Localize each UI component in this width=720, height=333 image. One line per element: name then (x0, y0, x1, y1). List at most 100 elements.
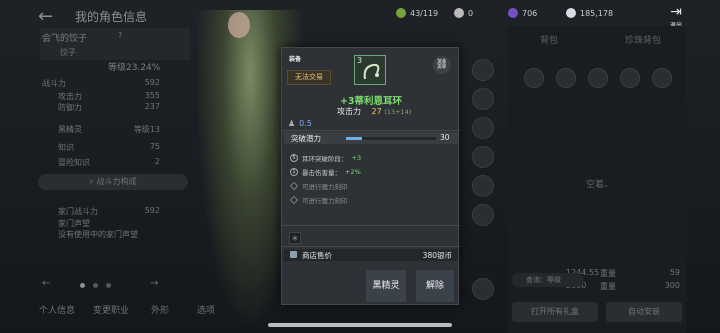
energy-counter: 43/119 (396, 6, 438, 20)
right-arrow-icon[interactable]: → (150, 278, 158, 289)
crystal-slot-icon[interactable]: ✳ (289, 232, 301, 244)
stat-label: 攻击力 (58, 92, 82, 101)
stat-label: 冒险知识 (58, 158, 90, 167)
equip-slot[interactable] (472, 117, 494, 139)
effect-row: 1 暴击伤害量： +2% (290, 167, 361, 177)
item-icon: 3 (354, 55, 386, 85)
slot-max: 300 (664, 281, 680, 290)
stat-value: 355 (144, 91, 160, 100)
help-icon[interactable]: ? (118, 31, 122, 40)
shop-icon (290, 251, 297, 258)
tab-pearl-inventory[interactable]: 珍珠背包 (625, 33, 661, 46)
left-arrow-icon[interactable]: ← (42, 278, 50, 289)
engrave-slot: 可进行魔力刻印 (289, 181, 348, 191)
breach-potential-row: 突破潜力 30 (284, 132, 458, 144)
effect-icon: 5 (290, 154, 298, 162)
stat-value: 75 (149, 142, 160, 151)
sort-label: 查询：等级 (526, 276, 561, 284)
pearl-icon (454, 8, 464, 18)
attack-detail: (13+14) (384, 108, 412, 116)
weight-unit: 重量 (600, 269, 616, 278)
tab-personal-info[interactable]: 个人信息 (32, 302, 82, 320)
stat-label: 知识 (58, 143, 74, 152)
family-stat-label: 家门战斗力 (58, 207, 98, 216)
engrave-slot-text: 可进行魔力刻印 (302, 197, 348, 205)
combat-power-breakdown-button[interactable]: ⌕ 战斗力构成 (38, 174, 188, 190)
back-arrow-icon[interactable]: ← (38, 6, 53, 27)
shadow-counter: 706 (508, 6, 537, 20)
equip-slot[interactable] (472, 278, 494, 300)
pearl-value: 0 (468, 8, 474, 18)
unequip-button[interactable]: 解除 (416, 270, 454, 302)
home-indicator[interactable] (268, 323, 452, 327)
engrave-slot-text: 可进行魔力刻印 (302, 183, 348, 191)
page-dot[interactable] (93, 283, 98, 288)
equip-slot[interactable] (472, 88, 494, 110)
open-all-boxes-button[interactable]: 打开所有礼盒 (512, 302, 598, 322)
swords-icon[interactable] (524, 68, 544, 88)
breach-label: 突破潜力 (291, 134, 321, 143)
stat-value: 2 (154, 157, 160, 166)
equip-slot[interactable] (472, 59, 494, 81)
page-dot[interactable] (106, 283, 111, 288)
search-icon: ⌕ (89, 177, 97, 186)
energy-icon (396, 8, 406, 18)
black-spirit-button[interactable]: 黑精灵 (366, 270, 406, 302)
divider (282, 225, 460, 226)
equip-slot[interactable] (472, 204, 494, 226)
breach-progress-bar (346, 137, 436, 140)
breach-progress-fill (346, 137, 363, 140)
exit-icon: ⇥ (670, 4, 682, 20)
tab-inventory[interactable]: 背包 (540, 33, 558, 46)
silver-counter: 185,178 (566, 6, 613, 20)
stat-label: 黑精灵 (58, 125, 82, 134)
weight-icon: ♟ (288, 119, 296, 128)
stat-value: 592 (144, 78, 160, 87)
equip-slot[interactable] (472, 175, 494, 197)
item-name: +3蒂利恩耳环 (339, 96, 403, 107)
energy-value: 43/119 (410, 8, 439, 18)
empty-text: 空着。 (586, 180, 614, 190)
armor-icon[interactable] (556, 68, 576, 88)
effect-text: 暴击伤害量： (302, 169, 341, 177)
effect-plus: +2% (345, 168, 361, 176)
effect-plus: +3 (351, 154, 362, 162)
stat-label: 防御力 (58, 103, 82, 112)
divider (282, 246, 460, 247)
character-level: 等级23.24% (108, 63, 161, 73)
silver-icon (566, 8, 576, 18)
silver-value: 185,178 (580, 8, 614, 18)
shop-price-row: 商店售价 380银币 (284, 249, 458, 261)
tab-change-class[interactable]: 变更职业 (86, 302, 136, 320)
auto-equip-button[interactable]: 自动安装 (606, 302, 682, 322)
engrave-slot: 可进行魔力刻印 (289, 195, 348, 205)
page-dot[interactable] (80, 283, 85, 288)
effect-row: 5 耳环突破阶段： +3 (290, 153, 361, 163)
flask-icon[interactable] (652, 68, 672, 88)
family-name: 会飞的饺子 (42, 34, 88, 44)
weight-value: 0.5 (299, 119, 312, 128)
shop-price-value: 380银币 (422, 251, 452, 260)
attack-value: 27 (371, 107, 382, 116)
tab-appearance[interactable]: 外形 (140, 302, 180, 320)
effect-text: 耳环突破阶段： (302, 155, 348, 163)
equip-slot[interactable] (472, 146, 494, 168)
diamond-icon (289, 181, 299, 191)
effect-icon: 1 (290, 168, 298, 176)
ring-icon[interactable] (588, 68, 608, 88)
shadow-value: 706 (522, 8, 538, 18)
sort-dropdown[interactable]: 查询：等级 (512, 273, 584, 287)
link-icon[interactable]: ⛓ (433, 56, 451, 74)
tab-options[interactable]: 选项 (186, 302, 226, 320)
diamond-icon (289, 195, 299, 205)
character-name: 饺子 (60, 48, 76, 57)
item-weight: ♟ 0.5 (288, 119, 312, 128)
equip-type-label: 装备 (289, 56, 302, 63)
item-tooltip: 装备 无法交易 3 ⛓ +3蒂利恩耳环 攻击力 27 (13+14) ♟ 0.5 … (281, 47, 460, 305)
family-stat-label: 家门声望 (58, 219, 90, 228)
search-label: 战斗力构成 (96, 177, 137, 186)
divider (282, 130, 460, 131)
gem-icon[interactable] (620, 68, 640, 88)
page-title: 我的角色信息 (75, 10, 148, 24)
stat-label: 战斗力 (42, 79, 66, 88)
